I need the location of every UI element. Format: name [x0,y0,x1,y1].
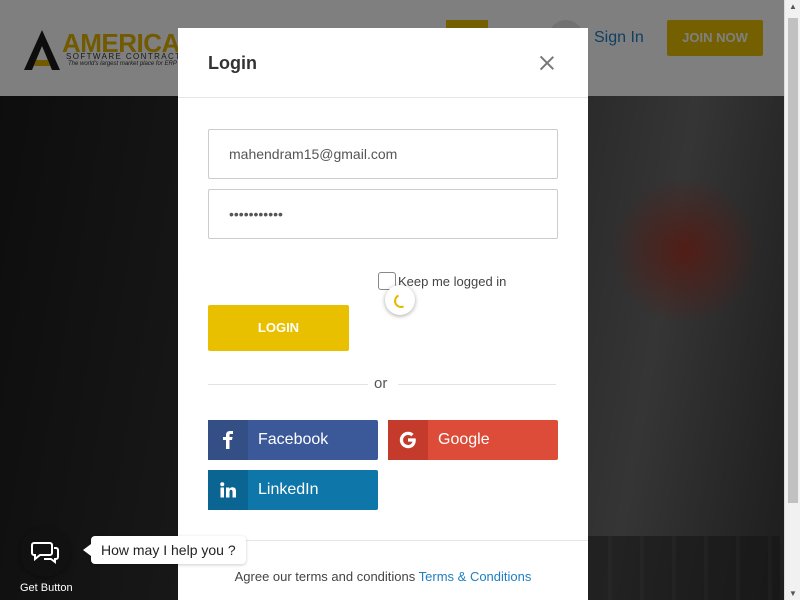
scroll-down-icon[interactable]: ▼ [789,589,797,598]
modal-title: Login [208,53,257,73]
facebook-icon [208,420,248,460]
google-icon [388,420,428,460]
login-button[interactable]: LOGIN [208,305,349,351]
or-separator: or [374,375,388,392]
linkedin-login-button[interactable]: LinkedIn [208,470,378,510]
facebook-label: Facebook [258,431,329,448]
facebook-login-button[interactable]: Facebook [208,420,378,460]
page-scrollbar[interactable]: ▲ ▼ [784,0,800,600]
loading-spinner-icon [385,285,415,315]
keep-logged-in-label[interactable]: Keep me logged in [398,274,506,289]
terms-prefix: Agree our terms and conditions [234,569,416,584]
chat-button[interactable] [20,527,70,577]
chat-bubbles-icon [31,542,59,564]
google-label: Google [438,431,490,448]
login-modal: Login Keep me logged in LOGIN or Faceboo… [178,28,588,600]
terms-text: Agree our terms and conditions Terms & C… [178,569,588,584]
modal-header: Login [178,28,588,98]
scrollbar-thumb[interactable] [788,18,798,503]
linkedin-icon [208,470,248,510]
terms-link[interactable]: Terms & Conditions [419,569,532,584]
chat-greeting-bubble[interactable]: How may I help you ? [83,536,246,564]
google-login-button[interactable]: Google [388,420,558,460]
linkedin-label: LinkedIn [258,481,319,498]
close-icon[interactable] [536,52,558,74]
password-field[interactable] [208,189,558,239]
divider [208,384,368,385]
scroll-up-icon[interactable]: ▲ [789,2,797,11]
email-field[interactable] [208,129,558,179]
chat-button-label[interactable]: Get Button [20,582,73,594]
divider [398,384,556,385]
